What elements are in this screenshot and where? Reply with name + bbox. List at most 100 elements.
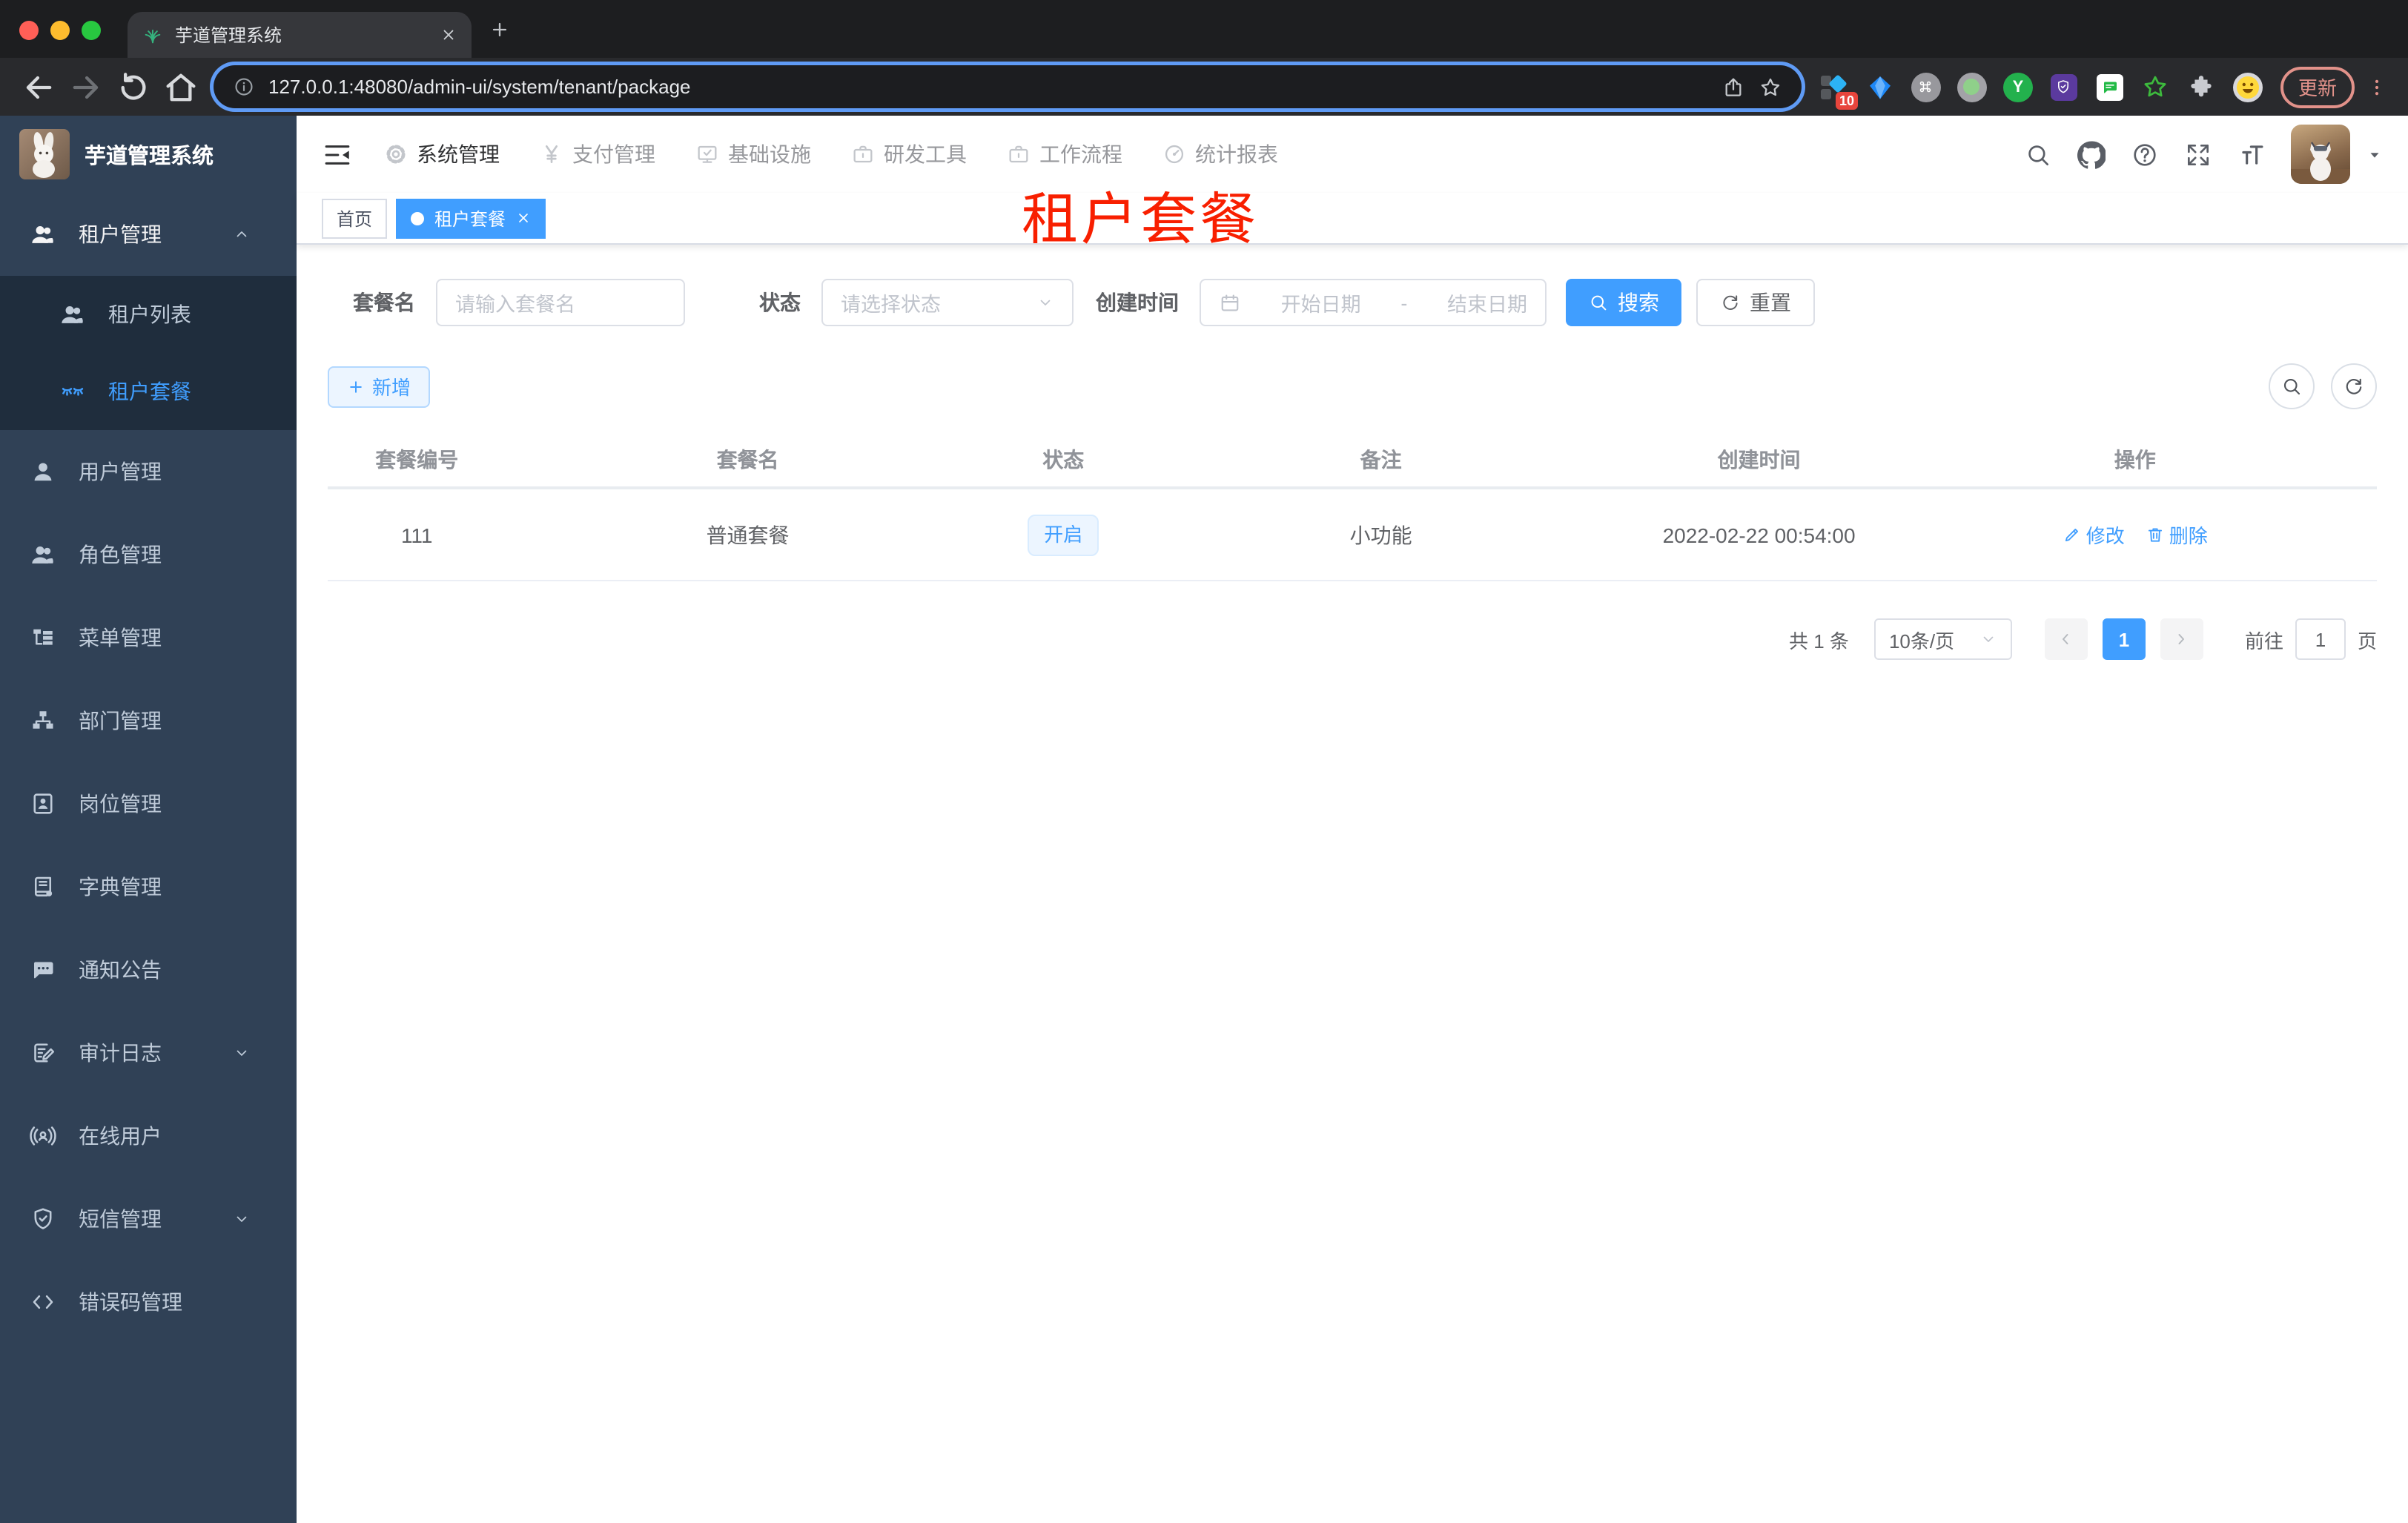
share-icon[interactable] bbox=[1721, 75, 1745, 99]
browser-menu-icon[interactable] bbox=[2366, 75, 2387, 99]
prev-page-button[interactable] bbox=[2044, 618, 2088, 660]
sidebar-logo-row: 芋道管理系统 bbox=[0, 116, 297, 193]
extension-privacy-shield-icon[interactable] bbox=[2049, 72, 2079, 102]
sidebar-item-5[interactable]: 岗位管理 bbox=[0, 762, 297, 845]
page-size-select[interactable]: 10条/页 bbox=[1873, 618, 2012, 660]
chevron-left-icon bbox=[2057, 630, 2075, 648]
total-count: 共 1 条 bbox=[1789, 630, 1849, 652]
active-dot bbox=[411, 211, 425, 225]
show-search-toggle-button[interactable] bbox=[2269, 363, 2315, 409]
top-nav-item-2[interactable]: 基础设施 bbox=[695, 139, 811, 169]
tab-close-icon[interactable] bbox=[440, 27, 457, 43]
extension-command-icon[interactable] bbox=[1911, 72, 1941, 102]
users-icon bbox=[30, 221, 56, 248]
top-nav-item-1[interactable]: 支付管理 bbox=[540, 139, 655, 169]
date-separator: - bbox=[1400, 291, 1408, 314]
users-icon bbox=[59, 301, 86, 328]
tags-view-tab-1[interactable]: 租户套餐 bbox=[396, 198, 546, 238]
window-zoom-button[interactable] bbox=[82, 21, 101, 40]
sidebar-item-8[interactable]: 审计日志 bbox=[0, 1011, 297, 1094]
font-size-icon[interactable] bbox=[2237, 140, 2266, 168]
add-button[interactable]: 新增 bbox=[328, 366, 431, 407]
page-number-1[interactable]: 1 bbox=[2102, 618, 2146, 660]
window-minimize-button[interactable] bbox=[50, 21, 70, 40]
next-page-button[interactable] bbox=[2160, 618, 2203, 660]
sidebar: 芋道管理系统 租户管理 租户列表 租户套餐 用户管理 角色管理 菜单管理 部门管理 岗位管理字… bbox=[0, 116, 297, 1523]
goto-page-input[interactable]: 1 bbox=[2295, 618, 2346, 660]
sidebar-subitem-0-0[interactable]: 租户列表 bbox=[0, 276, 297, 353]
top-nav-item-label: 工作流程 bbox=[1039, 142, 1122, 166]
sidebar-item-3[interactable]: 菜单管理 bbox=[0, 596, 297, 679]
window-close-button[interactable] bbox=[19, 21, 39, 40]
browser-tab-title: 芋道管理系统 bbox=[175, 25, 282, 46]
avatar[interactable] bbox=[2291, 125, 2350, 184]
extension-y-browser-icon[interactable]: Y bbox=[2002, 72, 2033, 102]
briefcase-icon bbox=[851, 142, 875, 166]
sidebar-item-11[interactable]: 错误码管理 bbox=[0, 1261, 297, 1344]
top-nav-item-5[interactable]: 统计报表 bbox=[1162, 139, 1278, 169]
delete-link[interactable]: 删除 bbox=[2146, 521, 2208, 549]
edit-link[interactable]: 修改 bbox=[2063, 521, 2125, 549]
table-header-row: 套餐编号 套餐名 状态 备注 创建时间 操作 bbox=[328, 432, 2377, 489]
table-row: 111 普通套餐 开启 小功能 2022-02-22 00:54:00 修改 删除 bbox=[328, 488, 2377, 581]
online-icon bbox=[30, 1123, 56, 1149]
status-filter-label: 状态 bbox=[759, 291, 801, 314]
user-icon bbox=[30, 458, 56, 485]
fullscreen-icon[interactable] bbox=[2184, 140, 2212, 168]
avatar-caret-down-icon[interactable] bbox=[2366, 146, 2383, 162]
reset-button[interactable]: 重置 bbox=[1696, 279, 1815, 326]
top-nav-item-3[interactable]: 研发工具 bbox=[851, 139, 967, 169]
extension-recorder-icon[interactable] bbox=[1956, 72, 1987, 102]
top-nav-item-label: 支付管理 bbox=[572, 142, 655, 166]
reload-button[interactable] bbox=[114, 67, 153, 106]
chat-icon bbox=[2101, 78, 2119, 96]
bookmark-star-icon[interactable] bbox=[1759, 75, 1782, 99]
address-bar[interactable]: 127.0.0.1:48080/admin-ui/system/tenant/p… bbox=[214, 65, 1802, 108]
sidebar-item-1[interactable]: 用户管理 bbox=[0, 430, 297, 513]
tags-view-tab-0[interactable]: 首页 bbox=[322, 198, 388, 238]
column-header-1: 套餐名 bbox=[506, 432, 990, 489]
sidebar-item-6[interactable]: 字典管理 bbox=[0, 845, 297, 928]
screen: 芋道管理系统 127.0.0.1:48080/admin-ui/system/t… bbox=[0, 0, 2408, 1523]
extension-emoji-icon[interactable] bbox=[2232, 72, 2263, 102]
sidebar-item-0[interactable]: 租户管理 bbox=[0, 193, 297, 276]
site-info-icon[interactable] bbox=[233, 76, 255, 98]
github-icon[interactable] bbox=[2077, 140, 2106, 168]
search-button[interactable]: 搜索 bbox=[1566, 279, 1681, 326]
refresh-table-button[interactable] bbox=[2331, 363, 2377, 409]
browser-tab[interactable]: 芋道管理系统 bbox=[128, 12, 472, 58]
new-tab-button[interactable] bbox=[489, 19, 510, 40]
top-nav-item-label: 统计报表 bbox=[1195, 142, 1278, 166]
page-title-overlay: 租户套餐 bbox=[1022, 190, 1260, 252]
sidebar-item-2[interactable]: 角色管理 bbox=[0, 513, 297, 596]
search-icon[interactable] bbox=[2024, 140, 2052, 168]
extension-gem-icon[interactable] bbox=[1865, 72, 1895, 102]
help-icon[interactable] bbox=[2131, 140, 2159, 168]
back-button[interactable] bbox=[19, 67, 58, 106]
sidebar-collapse-icon[interactable] bbox=[322, 139, 353, 170]
browser-update-button[interactable]: 更新 bbox=[2280, 66, 2355, 108]
sidebar-item-7[interactable]: 通知公告 bbox=[0, 928, 297, 1011]
sidebar-subitem-0-1[interactable]: 租户套餐 bbox=[0, 353, 297, 430]
date-range-picker[interactable]: 开始日期 - 结束日期 bbox=[1200, 279, 1547, 326]
sidebar-item-label: 短信管理 bbox=[79, 1207, 162, 1231]
name-filter-input[interactable]: 请输入套餐名 bbox=[436, 279, 685, 326]
forward-button[interactable] bbox=[67, 67, 105, 106]
status-filter-select[interactable]: 请选择状态 bbox=[821, 279, 1074, 326]
extension-chat-notes-icon[interactable] bbox=[2095, 72, 2125, 102]
sidebar-item-4[interactable]: 部门管理 bbox=[0, 679, 297, 762]
extension-star-icon[interactable] bbox=[2141, 72, 2171, 102]
tab-close-icon[interactable] bbox=[516, 211, 531, 225]
top-nav-item-0[interactable]: 系统管理 bbox=[384, 139, 500, 169]
top-nav: 系统管理 支付管理 基础设施 研发工具 工作流程 统计报表 bbox=[384, 139, 1278, 169]
extension-puzzle-icon[interactable] bbox=[2187, 72, 2217, 102]
sidebar-item-9[interactable]: 在线用户 bbox=[0, 1094, 297, 1177]
home-button[interactable] bbox=[162, 67, 200, 106]
extension-tampermonkey-icon[interactable]: 10 bbox=[1819, 72, 1858, 109]
sidebar-menu: 租户管理 租户列表 租户套餐 用户管理 角色管理 菜单管理 部门管理 岗位管理 字典管理 通知公告… bbox=[0, 193, 297, 1344]
top-nav-item-4[interactable]: 工作流程 bbox=[1007, 139, 1122, 169]
pagination: 共 1 条 10条/页 1 前往 1 页 bbox=[328, 618, 2377, 660]
window-controls bbox=[19, 21, 101, 40]
editlog-icon bbox=[30, 1040, 56, 1066]
sidebar-item-10[interactable]: 短信管理 bbox=[0, 1177, 297, 1261]
